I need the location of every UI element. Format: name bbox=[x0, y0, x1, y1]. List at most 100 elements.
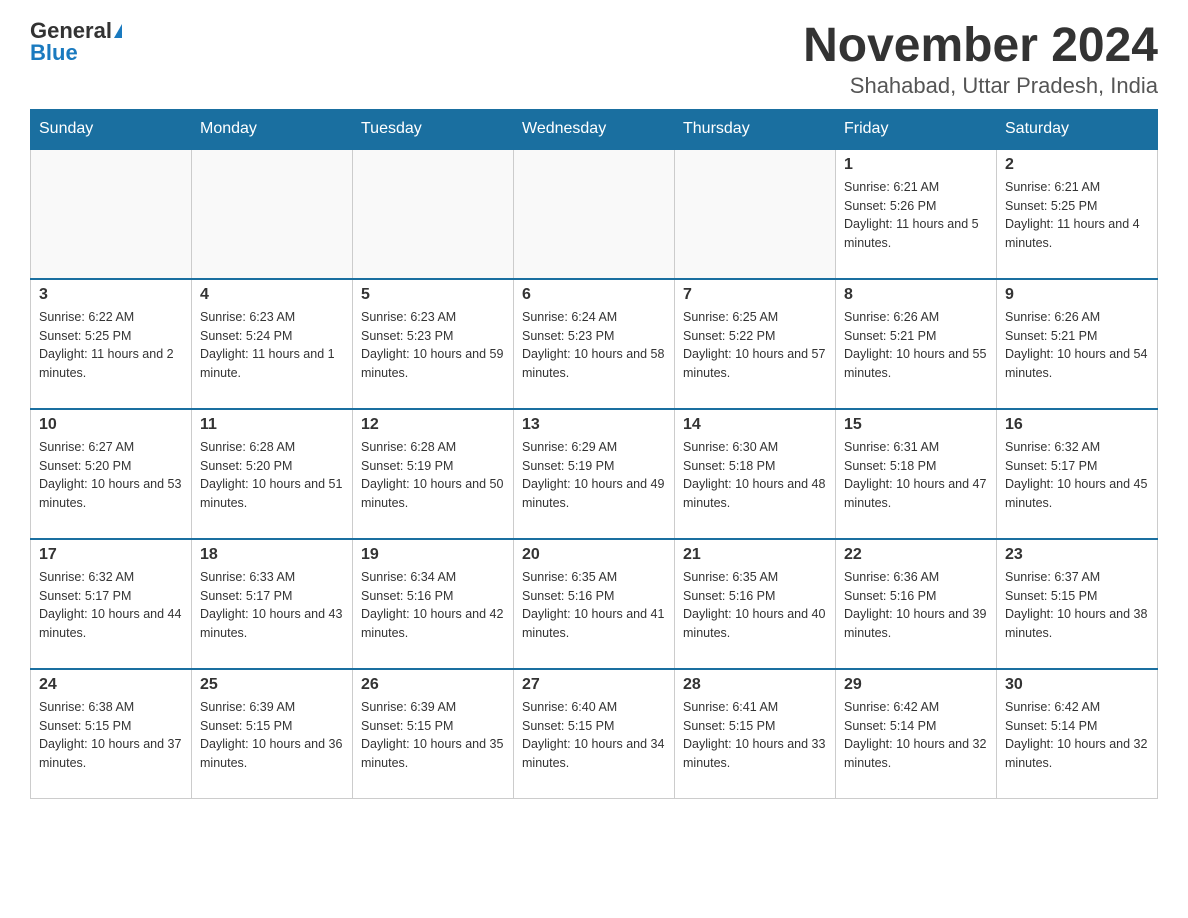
day-info: Sunrise: 6:35 AMSunset: 5:16 PMDaylight:… bbox=[683, 568, 827, 643]
table-row: 15 Sunrise: 6:31 AMSunset: 5:18 PMDayligh… bbox=[836, 409, 997, 539]
calendar-week-row: 24 Sunrise: 6:38 AMSunset: 5:15 PMDayligh… bbox=[31, 669, 1158, 799]
day-info: Sunrise: 6:28 AMSunset: 5:19 PMDaylight:… bbox=[361, 438, 505, 513]
table-row: 22 Sunrise: 6:36 AMSunset: 5:16 PMDayligh… bbox=[836, 539, 997, 669]
day-info: Sunrise: 6:35 AMSunset: 5:16 PMDaylight:… bbox=[522, 568, 666, 643]
day-number: 14 bbox=[683, 416, 827, 434]
day-info: Sunrise: 6:39 AMSunset: 5:15 PMDaylight:… bbox=[200, 698, 344, 773]
day-number: 17 bbox=[39, 546, 183, 564]
header-wednesday: Wednesday bbox=[514, 109, 675, 149]
table-row: 19 Sunrise: 6:34 AMSunset: 5:16 PMDayligh… bbox=[353, 539, 514, 669]
title-block: November 2024 Shahabad, Uttar Pradesh, I… bbox=[803, 20, 1158, 99]
table-row bbox=[675, 149, 836, 279]
day-info: Sunrise: 6:37 AMSunset: 5:15 PMDaylight:… bbox=[1005, 568, 1149, 643]
header-friday: Friday bbox=[836, 109, 997, 149]
day-info: Sunrise: 6:33 AMSunset: 5:17 PMDaylight:… bbox=[200, 568, 344, 643]
day-number: 20 bbox=[522, 546, 666, 564]
header-thursday: Thursday bbox=[675, 109, 836, 149]
table-row: 26 Sunrise: 6:39 AMSunset: 5:15 PMDayligh… bbox=[353, 669, 514, 799]
day-info: Sunrise: 6:34 AMSunset: 5:16 PMDaylight:… bbox=[361, 568, 505, 643]
day-number: 15 bbox=[844, 416, 988, 434]
day-number: 22 bbox=[844, 546, 988, 564]
table-row: 20 Sunrise: 6:35 AMSunset: 5:16 PMDayligh… bbox=[514, 539, 675, 669]
day-info: Sunrise: 6:41 AMSunset: 5:15 PMDaylight:… bbox=[683, 698, 827, 773]
day-info: Sunrise: 6:42 AMSunset: 5:14 PMDaylight:… bbox=[844, 698, 988, 773]
table-row bbox=[514, 149, 675, 279]
table-row: 24 Sunrise: 6:38 AMSunset: 5:15 PMDayligh… bbox=[31, 669, 192, 799]
day-number: 27 bbox=[522, 676, 666, 694]
day-number: 2 bbox=[1005, 156, 1149, 174]
table-row bbox=[353, 149, 514, 279]
day-number: 21 bbox=[683, 546, 827, 564]
day-number: 19 bbox=[361, 546, 505, 564]
logo-blue-text: Blue bbox=[30, 42, 78, 64]
day-info: Sunrise: 6:26 AMSunset: 5:21 PMDaylight:… bbox=[844, 308, 988, 383]
table-row bbox=[192, 149, 353, 279]
header-monday: Monday bbox=[192, 109, 353, 149]
location-subtitle: Shahabad, Uttar Pradesh, India bbox=[803, 73, 1158, 99]
table-row: 12Sunrise: 6:28 AMSunset: 5:19 PMDayligh… bbox=[353, 409, 514, 539]
table-row: 7Sunrise: 6:25 AMSunset: 5:22 PMDaylight… bbox=[675, 279, 836, 409]
day-number: 26 bbox=[361, 676, 505, 694]
table-row: 9 Sunrise: 6:26 AMSunset: 5:21 PMDaylight… bbox=[997, 279, 1158, 409]
table-row: 2 Sunrise: 6:21 AMSunset: 5:25 PMDaylight… bbox=[997, 149, 1158, 279]
table-row: 5 Sunrise: 6:23 AMSunset: 5:23 PMDaylight… bbox=[353, 279, 514, 409]
day-number: 25 bbox=[200, 676, 344, 694]
day-number: 8 bbox=[844, 286, 988, 304]
day-info: Sunrise: 6:22 AMSunset: 5:25 PMDaylight:… bbox=[39, 308, 183, 383]
table-row: 11Sunrise: 6:28 AMSunset: 5:20 PMDayligh… bbox=[192, 409, 353, 539]
day-info: Sunrise: 6:38 AMSunset: 5:15 PMDaylight:… bbox=[39, 698, 183, 773]
table-row: 13Sunrise: 6:29 AMSunset: 5:19 PMDayligh… bbox=[514, 409, 675, 539]
table-row: 1 Sunrise: 6:21 AMSunset: 5:26 PMDaylight… bbox=[836, 149, 997, 279]
day-number: 18 bbox=[200, 546, 344, 564]
table-row: 27 Sunrise: 6:40 AMSunset: 5:15 PMDayligh… bbox=[514, 669, 675, 799]
day-number: 3 bbox=[39, 286, 183, 304]
table-row bbox=[31, 149, 192, 279]
weekday-header-row: Sunday Monday Tuesday Wednesday Thursday… bbox=[31, 109, 1158, 149]
day-number: 4 bbox=[200, 286, 344, 304]
day-number: 1 bbox=[844, 156, 988, 174]
calendar-table: Sunday Monday Tuesday Wednesday Thursday… bbox=[30, 109, 1158, 800]
logo-triangle-icon bbox=[114, 24, 122, 38]
day-number: 24 bbox=[39, 676, 183, 694]
table-row: 4 Sunrise: 6:23 AMSunset: 5:24 PMDaylight… bbox=[192, 279, 353, 409]
day-info: Sunrise: 6:26 AMSunset: 5:21 PMDaylight:… bbox=[1005, 308, 1149, 383]
month-year-title: November 2024 bbox=[803, 20, 1158, 73]
table-row: 30Sunrise: 6:42 AMSunset: 5:14 PMDayligh… bbox=[997, 669, 1158, 799]
day-info: Sunrise: 6:23 AMSunset: 5:23 PMDaylight:… bbox=[361, 308, 505, 383]
day-number: 11 bbox=[200, 416, 344, 434]
day-info: Sunrise: 6:36 AMSunset: 5:16 PMDaylight:… bbox=[844, 568, 988, 643]
logo-general-text: General bbox=[30, 20, 112, 42]
table-row: 10 Sunrise: 6:27 AMSunset: 5:20 PMDayligh… bbox=[31, 409, 192, 539]
day-info: Sunrise: 6:32 AMSunset: 5:17 PMDaylight:… bbox=[39, 568, 183, 643]
header-sunday: Sunday bbox=[31, 109, 192, 149]
table-row: 16Sunrise: 6:32 AMSunset: 5:17 PMDayligh… bbox=[997, 409, 1158, 539]
day-number: 10 bbox=[39, 416, 183, 434]
day-info: Sunrise: 6:31 AMSunset: 5:18 PMDaylight:… bbox=[844, 438, 988, 513]
table-row: 29Sunrise: 6:42 AMSunset: 5:14 PMDayligh… bbox=[836, 669, 997, 799]
day-number: 7 bbox=[683, 286, 827, 304]
day-info: Sunrise: 6:21 AMSunset: 5:26 PMDaylight:… bbox=[844, 178, 988, 253]
day-number: 13 bbox=[522, 416, 666, 434]
logo: General Blue bbox=[30, 20, 122, 64]
day-info: Sunrise: 6:23 AMSunset: 5:24 PMDaylight:… bbox=[200, 308, 344, 383]
day-info: Sunrise: 6:21 AMSunset: 5:25 PMDaylight:… bbox=[1005, 178, 1149, 253]
day-info: Sunrise: 6:40 AMSunset: 5:15 PMDaylight:… bbox=[522, 698, 666, 773]
day-info: Sunrise: 6:39 AMSunset: 5:15 PMDaylight:… bbox=[361, 698, 505, 773]
table-row: 14 Sunrise: 6:30 AMSunset: 5:18 PMDayligh… bbox=[675, 409, 836, 539]
table-row: 23Sunrise: 6:37 AMSunset: 5:15 PMDayligh… bbox=[997, 539, 1158, 669]
table-row: 6Sunrise: 6:24 AMSunset: 5:23 PMDaylight… bbox=[514, 279, 675, 409]
table-row: 17 Sunrise: 6:32 AMSunset: 5:17 PMDayligh… bbox=[31, 539, 192, 669]
day-info: Sunrise: 6:27 AMSunset: 5:20 PMDaylight:… bbox=[39, 438, 183, 513]
table-row: 25 Sunrise: 6:39 AMSunset: 5:15 PMDayligh… bbox=[192, 669, 353, 799]
page-header: General Blue November 2024 Shahabad, Utt… bbox=[30, 20, 1158, 99]
calendar-week-row: 10 Sunrise: 6:27 AMSunset: 5:20 PMDayligh… bbox=[31, 409, 1158, 539]
header-saturday: Saturday bbox=[997, 109, 1158, 149]
day-number: 9 bbox=[1005, 286, 1149, 304]
day-info: Sunrise: 6:42 AMSunset: 5:14 PMDaylight:… bbox=[1005, 698, 1149, 773]
day-info: Sunrise: 6:32 AMSunset: 5:17 PMDaylight:… bbox=[1005, 438, 1149, 513]
day-info: Sunrise: 6:30 AMSunset: 5:18 PMDaylight:… bbox=[683, 438, 827, 513]
table-row: 18 Sunrise: 6:33 AMSunset: 5:17 PMDayligh… bbox=[192, 539, 353, 669]
table-row: 8 Sunrise: 6:26 AMSunset: 5:21 PMDaylight… bbox=[836, 279, 997, 409]
day-number: 5 bbox=[361, 286, 505, 304]
table-row: 28Sunrise: 6:41 AMSunset: 5:15 PMDayligh… bbox=[675, 669, 836, 799]
